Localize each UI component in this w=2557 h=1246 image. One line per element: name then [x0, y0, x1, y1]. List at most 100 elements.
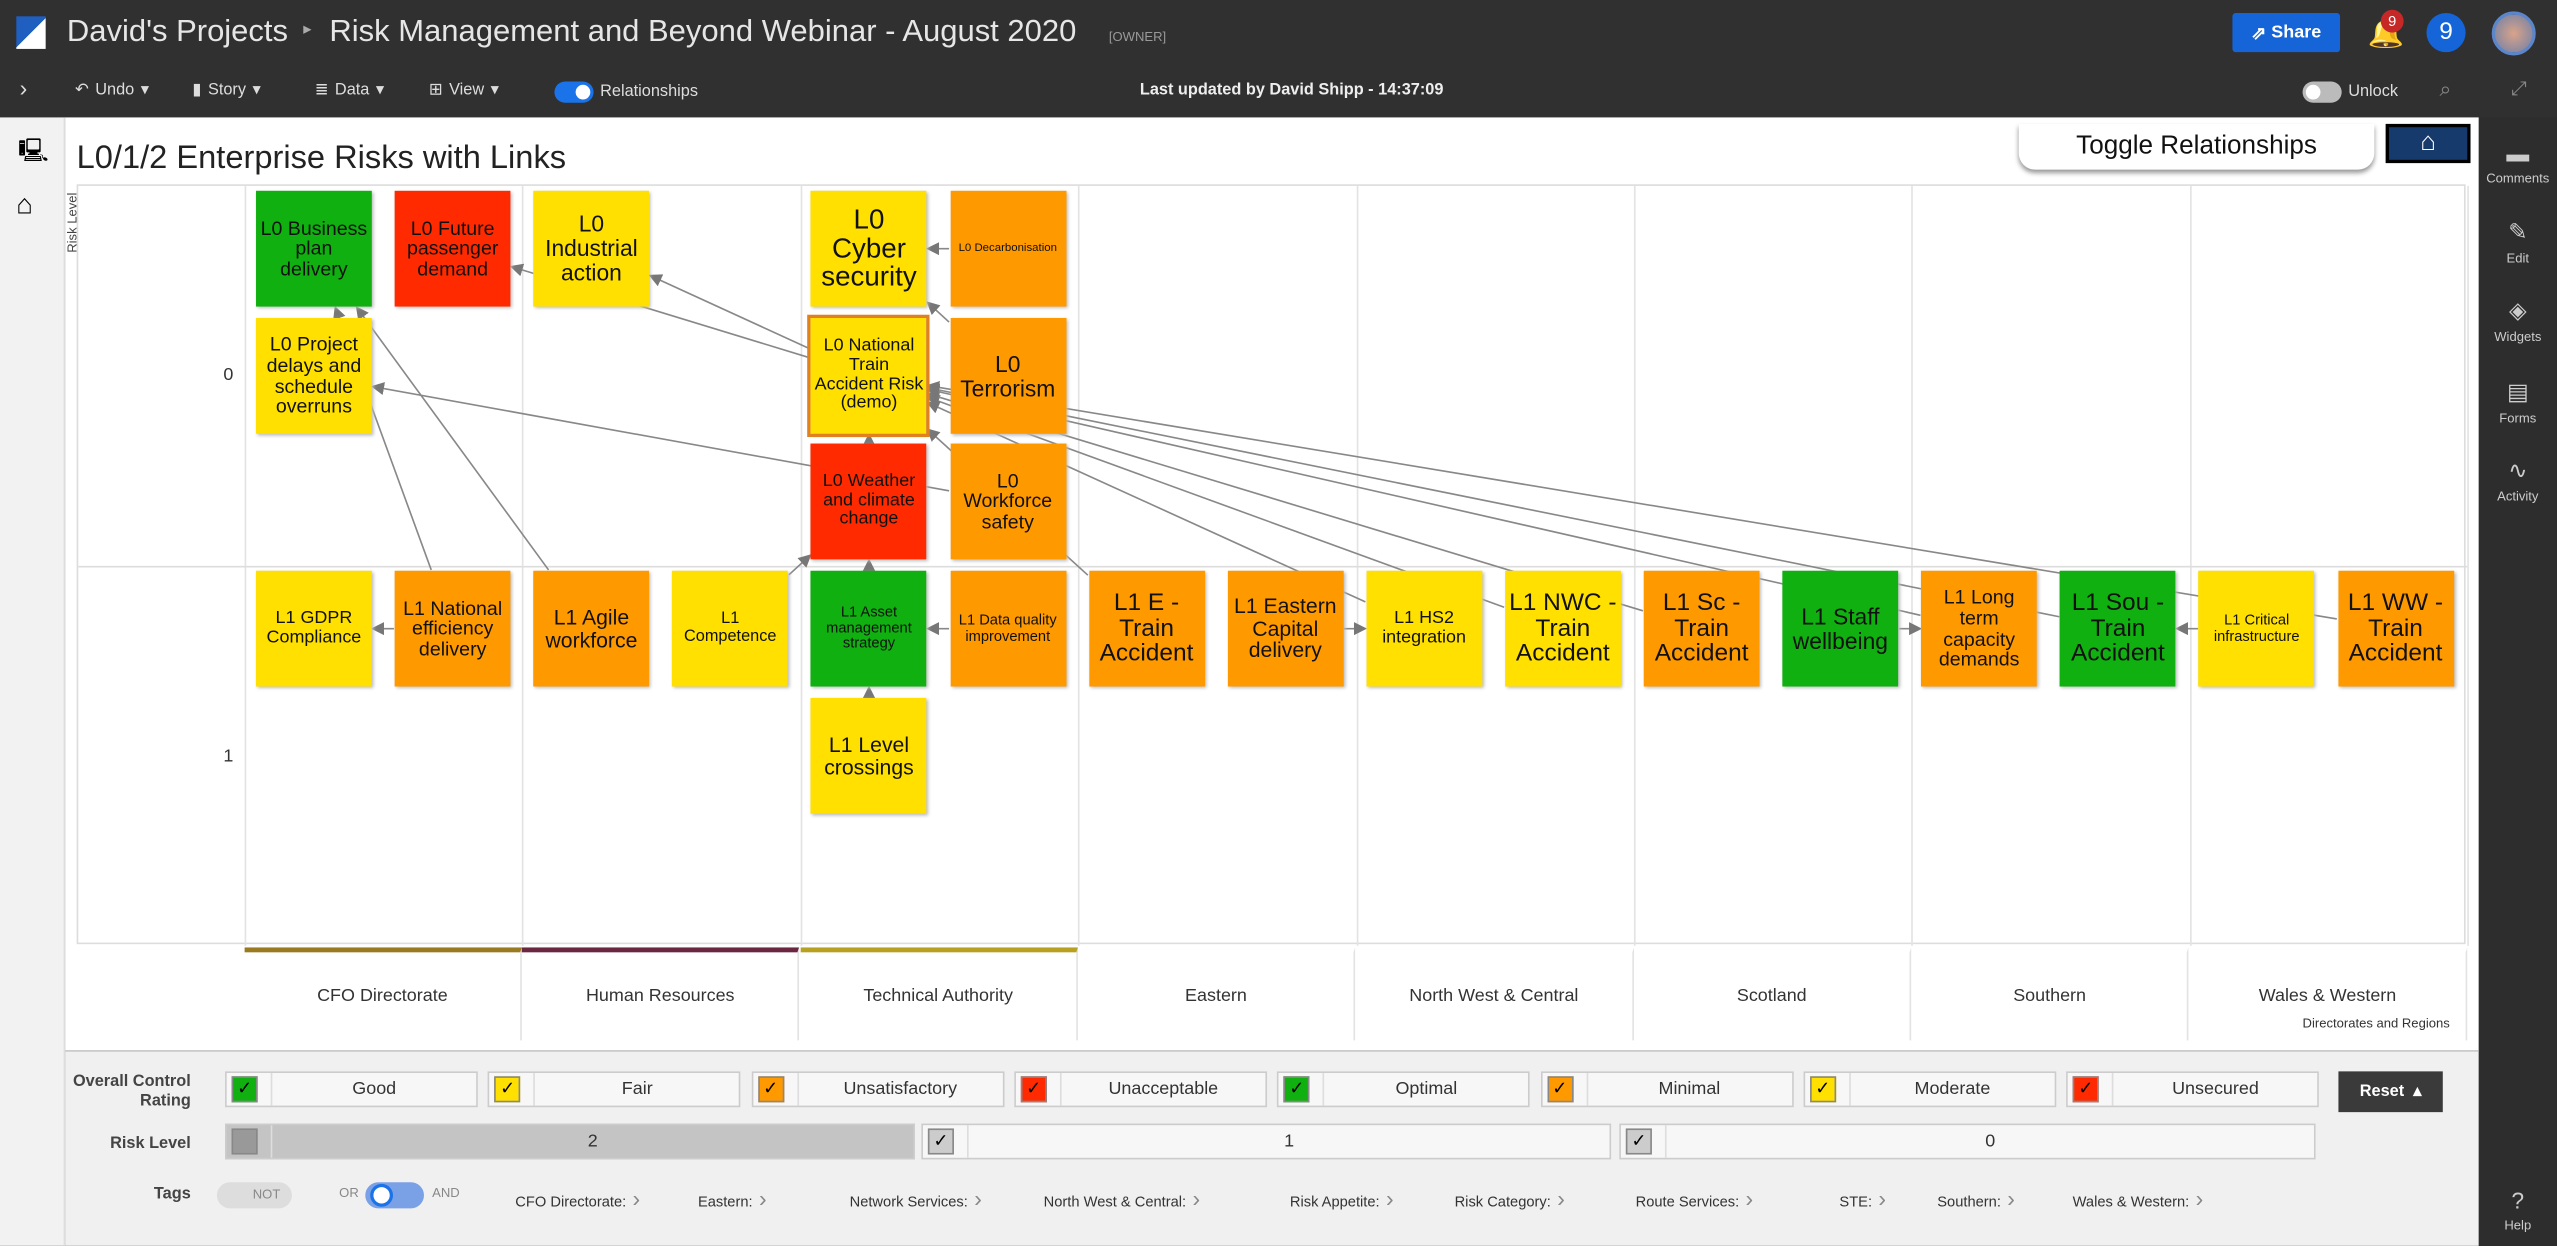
risk-card[interactable]: L0 Project delays and schedule overruns — [256, 317, 372, 434]
tag-filter[interactable]: Network Services: › — [850, 1186, 982, 1212]
risk-card[interactable]: L1 Competence — [672, 570, 789, 687]
tag-filter[interactable]: Southern: › — [1937, 1186, 2015, 1212]
tag-filter[interactable]: CFO Directorate: › — [515, 1186, 640, 1212]
undo-button[interactable]: ↶ Undo ▾ — [75, 82, 149, 100]
reset-button[interactable]: Reset ▴ — [2338, 1071, 2443, 1113]
rating-filter-minimal[interactable]: ✓ Minimal — [1540, 1071, 1793, 1108]
checkbox[interactable]: ✓ — [927, 1128, 954, 1155]
share-button[interactable]: ⇗ Share — [2232, 13, 2341, 53]
notification-badge: 9 — [2380, 9, 2404, 33]
risk-card[interactable]: L0 Weather and climate change — [811, 443, 927, 560]
risk-card[interactable]: L1 Asset management strategy — [811, 570, 927, 687]
checkbox[interactable]: ✓ — [1625, 1128, 1652, 1155]
risk-level-filter-label: Risk Level — [110, 1134, 191, 1153]
home-icon: ⌂ — [2420, 128, 2436, 157]
rating-filter-fair[interactable]: ✓ Fair — [488, 1071, 741, 1108]
risk-card[interactable]: L0 Decarbonisation — [949, 190, 1066, 307]
risk-level-filter-0[interactable]: ✓ 0 — [1619, 1123, 2316, 1160]
checkbox[interactable]: ✓ — [757, 1076, 784, 1103]
rating-filter-unsecured[interactable]: ✓ Unsecured — [2066, 1071, 2320, 1108]
not-toggle[interactable]: NOT — [216, 1182, 292, 1209]
sidebar-comments-button[interactable]: ▬ Comments — [2479, 140, 2557, 186]
risk-card[interactable]: L1 Data quality improvement — [949, 570, 1066, 687]
risk-card[interactable]: L0 Workforce safety — [949, 443, 1066, 560]
checkbox[interactable] — [231, 1128, 258, 1155]
risk-card[interactable]: L1 Critical infrastructure — [2198, 570, 2315, 687]
user-count-badge[interactable]: 9 — [2426, 13, 2466, 53]
risk-card[interactable]: L1 HS2 integration — [1366, 570, 1482, 687]
toggle-switch[interactable] — [554, 81, 594, 103]
rating-filter-moderate[interactable]: ✓ Moderate — [1803, 1071, 2056, 1108]
risk-card[interactable]: L1 E - Train Accident — [1088, 570, 1205, 687]
risk-level-filter-2[interactable]: 2 — [225, 1123, 915, 1160]
tag-filter[interactable]: North West & Central: › — [1044, 1186, 1200, 1212]
comment-icon: ▬ — [2506, 140, 2530, 167]
checkbox[interactable]: ✓ — [494, 1076, 521, 1103]
risk-level-filter-1[interactable]: ✓ 1 — [921, 1123, 1612, 1160]
toggle-relationships-button[interactable]: Toggle Relationships — [2018, 123, 2375, 170]
tag-filter[interactable]: Eastern: › — [698, 1186, 767, 1212]
risk-card[interactable]: L0 Cyber security — [811, 190, 927, 307]
risk-card[interactable]: L1 Sc - Train Accident — [1643, 570, 1760, 687]
home-button[interactable]: ⌂ — [2385, 123, 2471, 164]
risk-card[interactable]: L0 Terrorism — [949, 317, 1066, 434]
toggle-switch[interactable] — [2302, 81, 2342, 103]
risk-card[interactable]: L1 National efficiency delivery — [394, 570, 511, 687]
sidebar-activity-button[interactable]: ∿ Activity — [2479, 457, 2557, 504]
unlock-toggle[interactable]: Unlock — [2302, 81, 2398, 103]
sidebar-forms-button[interactable]: ▤ Forms — [2479, 378, 2557, 425]
checkbox[interactable]: ✓ — [2072, 1076, 2099, 1103]
expand-chevron-icon[interactable]: › — [20, 75, 28, 101]
chevron-right-icon: › — [1379, 1185, 1394, 1212]
chevron-right-icon: › — [1550, 1185, 1565, 1212]
checkbox[interactable]: ✓ — [231, 1076, 258, 1103]
or-label: OR — [339, 1185, 359, 1201]
risk-card[interactable]: L1 Agile workforce — [533, 570, 650, 687]
sidebar-widgets-button[interactable]: ◈ Widgets — [2479, 297, 2557, 344]
sidebar-help-button[interactable]: ? Help — [2479, 1187, 2557, 1233]
risk-card[interactable]: L1 NWC - Train Accident — [1504, 570, 1621, 687]
right-sidebar: ▬ Comments ✎ Edit ◈ Widgets ▤ Forms ∿ Activity ? He… — [2478, 117, 2557, 1246]
breadcrumb-project[interactable]: David's Projects — [67, 15, 288, 51]
view-menu[interactable]: ⊞ View ▾ — [429, 82, 499, 100]
tag-filter[interactable]: STE: › — [1839, 1186, 1886, 1212]
rating-filter-optimal[interactable]: ✓ Optimal — [1277, 1071, 1530, 1108]
tag-filter[interactable]: Risk Appetite: › — [1290, 1186, 1394, 1212]
sidebar-edit-button[interactable]: ✎ Edit — [2479, 219, 2557, 266]
or-and-toggle[interactable] — [365, 1182, 424, 1209]
app-logo[interactable] — [16, 16, 46, 49]
presentation-icon[interactable]: 🖳 — [18, 134, 48, 173]
risk-card[interactable]: L1 WW - Train Accident — [2337, 570, 2454, 687]
tag-filter[interactable]: Risk Category: › — [1455, 1186, 1565, 1212]
risk-card[interactable]: L1 Level crossings — [811, 697, 927, 814]
fullscreen-icon[interactable]: ⤢ — [2511, 77, 2527, 101]
data-menu[interactable]: ≣ Data ▾ — [315, 82, 384, 100]
chevron-right-icon: › — [2189, 1185, 2204, 1212]
risk-card[interactable]: L1 Staff wellbeing — [1782, 570, 1899, 687]
risk-card[interactable]: L0 National Train Accident Risk (demo) — [807, 314, 931, 438]
checkbox[interactable]: ✓ — [1283, 1076, 1310, 1103]
risk-card[interactable]: L1 Eastern Capital delivery — [1227, 570, 1344, 687]
checkbox[interactable]: ✓ — [1809, 1076, 1836, 1103]
tag-filter[interactable]: Wales & Western: › — [2073, 1186, 2204, 1212]
checkbox[interactable]: ✓ — [1546, 1076, 1573, 1103]
risk-card[interactable]: L0 Business plan delivery — [256, 190, 372, 307]
risk-card[interactable]: L0 Future passenger demand — [394, 190, 511, 307]
tag-filter[interactable]: Route Services: › — [1636, 1186, 1754, 1212]
rating-filter-good[interactable]: ✓ Good — [225, 1071, 478, 1108]
home-icon[interactable]: ⌂ — [16, 189, 33, 222]
y-tick: 0 — [223, 365, 234, 385]
relationships-toggle[interactable]: Relationships — [554, 81, 698, 103]
book-icon: ▮ — [192, 81, 202, 100]
avatar[interactable] — [2491, 11, 2536, 56]
risk-card[interactable]: L1 GDPR Compliance — [256, 570, 372, 687]
risk-card[interactable]: L0 Industrial action — [533, 190, 650, 307]
risk-card[interactable]: L1 Long term capacity demands — [1921, 570, 2038, 687]
risk-card[interactable]: L1 Sou - Train Accident — [2060, 570, 2176, 687]
checkbox[interactable]: ✓ — [1020, 1076, 1047, 1103]
rating-filter-unacceptable[interactable]: ✓ Unacceptable — [1014, 1071, 1267, 1108]
search-icon[interactable]: ⌕ — [2440, 77, 2452, 103]
chevron-right-icon: › — [2000, 1185, 2015, 1212]
rating-filter-unsatisfactory[interactable]: ✓ Unsatisfactory — [751, 1071, 1004, 1108]
story-menu[interactable]: ▮ Story ▾ — [192, 82, 260, 100]
